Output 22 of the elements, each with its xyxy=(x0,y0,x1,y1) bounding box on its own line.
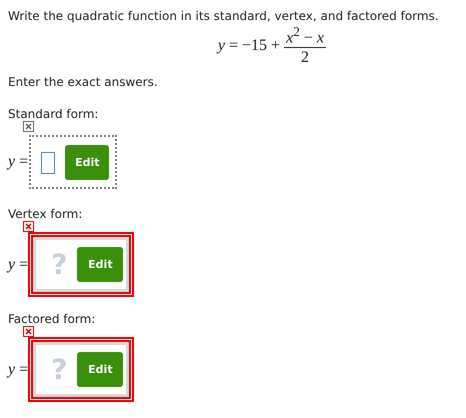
equation-prefix: y = xyxy=(8,360,28,379)
unknown-mark: ? xyxy=(51,356,68,384)
form-label: Vertex form: xyxy=(8,207,84,222)
equation-prefix: y = xyxy=(8,153,28,172)
close-icon[interactable] xyxy=(23,221,34,232)
form-label: Standard form: xyxy=(8,107,100,122)
fraction: x$^{2}$ − x 2 xyxy=(284,25,326,68)
unknown-mark: ? xyxy=(51,250,68,279)
answer-field[interactable]: ? Edit xyxy=(31,235,132,294)
close-icon[interactable] xyxy=(23,121,34,132)
question-text: Write the quadratic function in its standard, vertex, and factored forms. xyxy=(8,9,440,23)
input-cursor xyxy=(41,152,56,174)
edit-button[interactable]: Edit xyxy=(77,247,124,282)
edit-button[interactable]: Edit xyxy=(77,352,124,388)
equation-prefix: y = xyxy=(8,256,28,274)
answer-field[interactable]: ? Edit xyxy=(31,340,132,400)
edit-button[interactable]: Edit xyxy=(65,145,110,180)
instruction-text: Enter the exact answers. xyxy=(8,75,159,90)
close-icon[interactable] xyxy=(23,326,34,338)
answer-field[interactable]: Edit xyxy=(29,135,118,190)
form-label: Factored form: xyxy=(8,312,96,326)
equation-term: y = −15 + xyxy=(218,37,280,56)
